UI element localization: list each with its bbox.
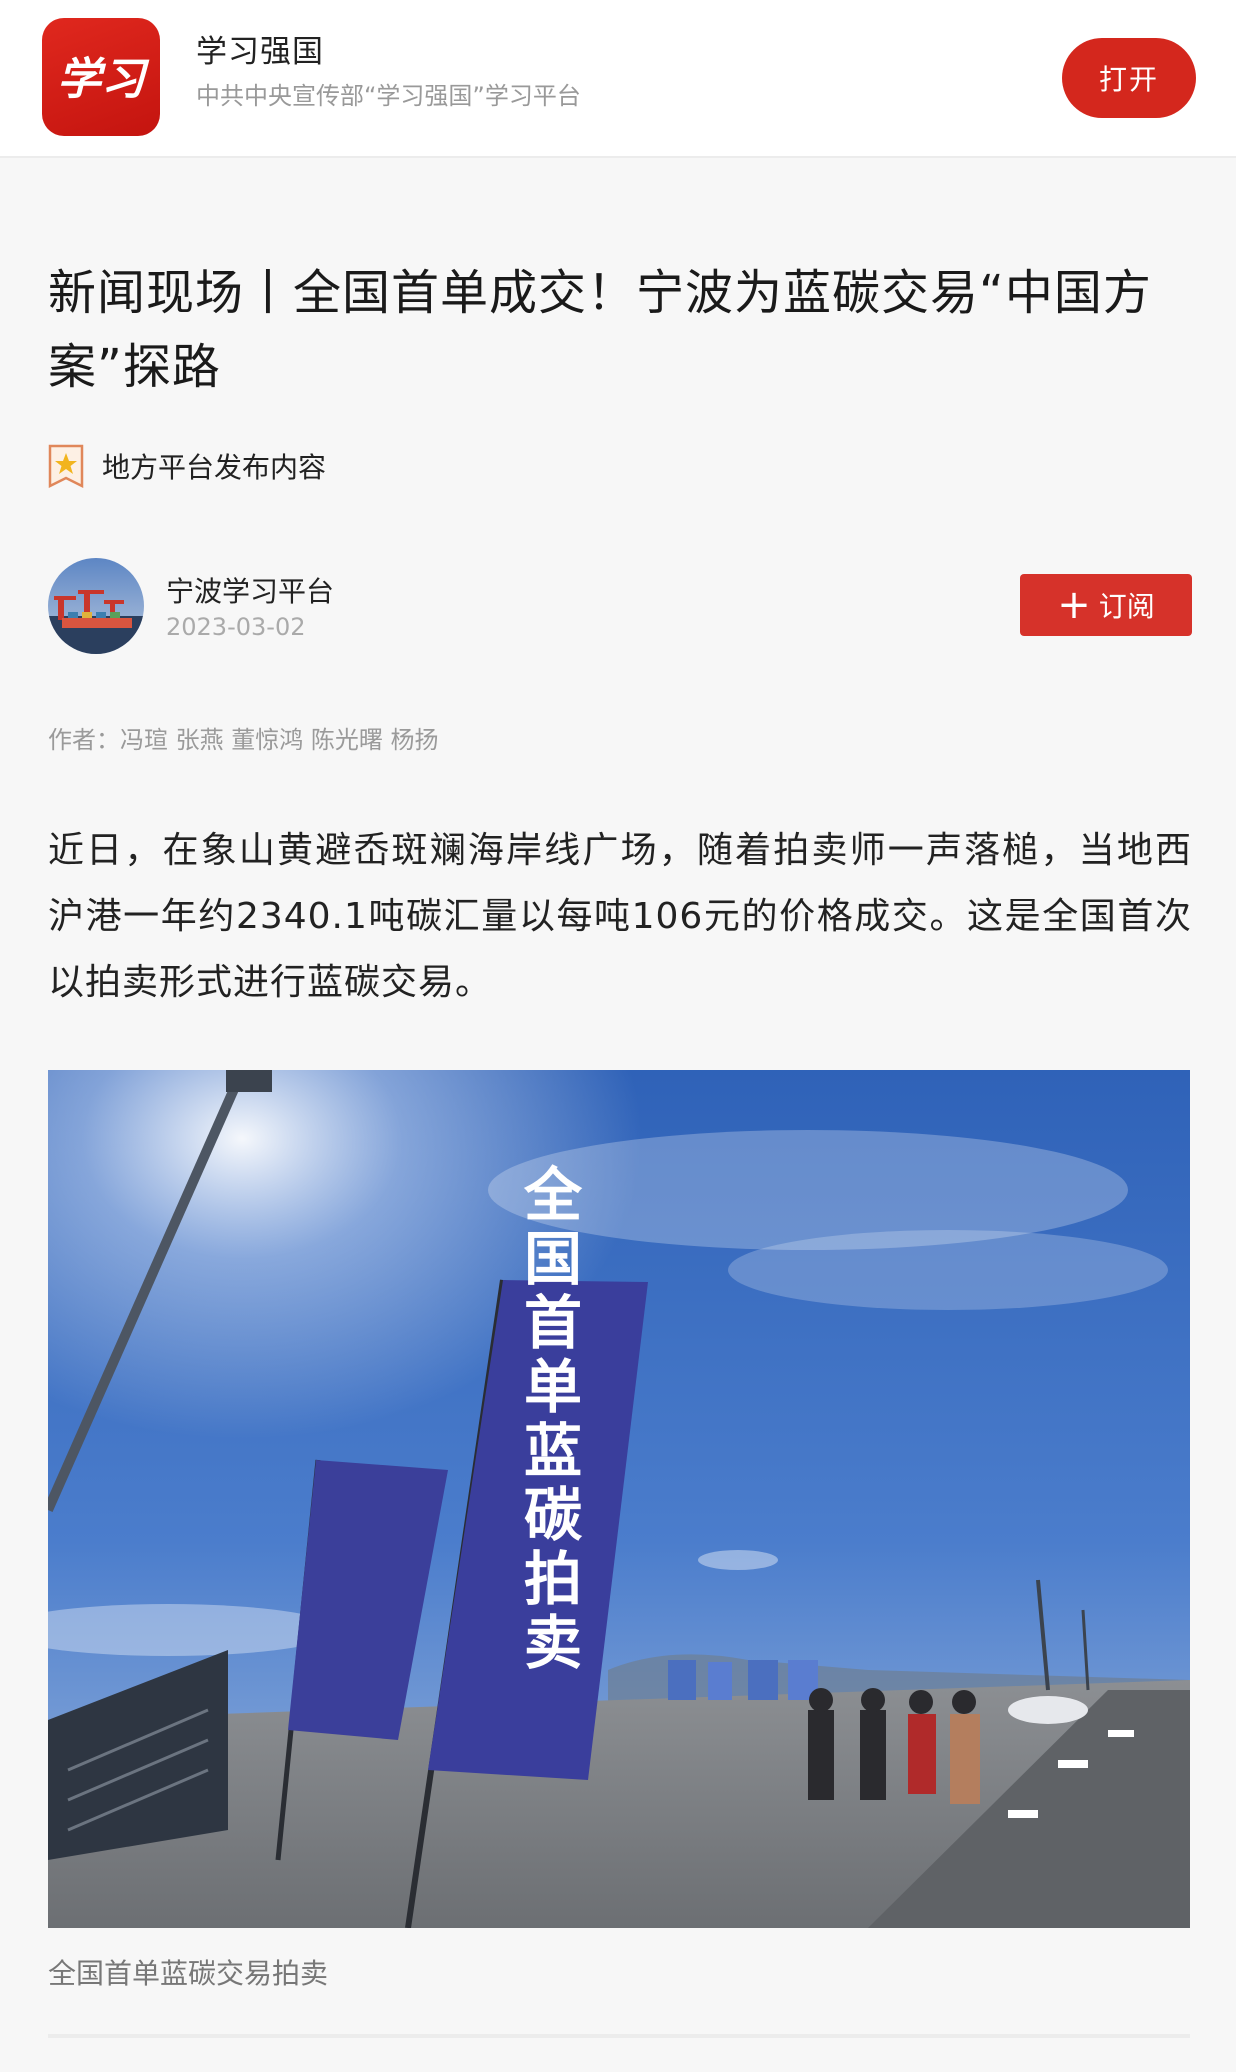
star-badge-icon (48, 444, 84, 488)
article-title: 新闻现场丨全国首单成交！宁波为蓝碳交易“中国方案”探路 (48, 265, 1152, 395)
author-row: 宁波学习平台 2023-03-02 + 订阅 (48, 558, 1192, 656)
app-logo: 学习 (42, 18, 160, 136)
open-app-button[interactable]: 打开 (1062, 38, 1196, 118)
banner-text: 全国首单蓝碳拍卖 (514, 1164, 583, 1676)
article-paragraph: 近日，在象山黄避岙斑斓海岸线广场，随着拍卖师一声落槌，当地西沪港一年约2340.… (48, 830, 1192, 1003)
author-name[interactable]: 宁波学习平台 (166, 570, 334, 610)
publish-date: 2023-03-02 (166, 613, 306, 641)
plus-icon: + (1057, 582, 1091, 628)
app-download-banner: 学习 学习强国 中共中央宣传部“学习强国”学习平台 打开 (0, 0, 1236, 158)
platform-tag: 地方平台发布内容 (48, 444, 326, 488)
author-avatar[interactable] (48, 558, 144, 654)
app-name: 学习强国 (196, 34, 324, 70)
photo-caption: 全国首单蓝碳交易拍卖 (48, 1957, 329, 1990)
subscribe-button[interactable]: + 订阅 (1020, 574, 1192, 636)
article-photo[interactable]: 全国首单蓝碳拍卖 (48, 1070, 1190, 1928)
divider (48, 2034, 1190, 2038)
app-subtitle: 中共中央宣传部“学习强国”学习平台 (196, 82, 581, 110)
subscribe-label: 订阅 (1098, 590, 1155, 623)
page: 学习 学习强国 中共中央宣传部“学习强国”学习平台 打开 新闻现场丨全国首单成交… (0, 0, 1236, 2072)
article-byline: 作者：冯瑄 张燕 董惊鸿 陈光曙 杨扬 (48, 726, 439, 754)
platform-tag-label: 地方平台发布内容 (102, 451, 327, 484)
app-logo-text: 学习 (57, 54, 150, 105)
